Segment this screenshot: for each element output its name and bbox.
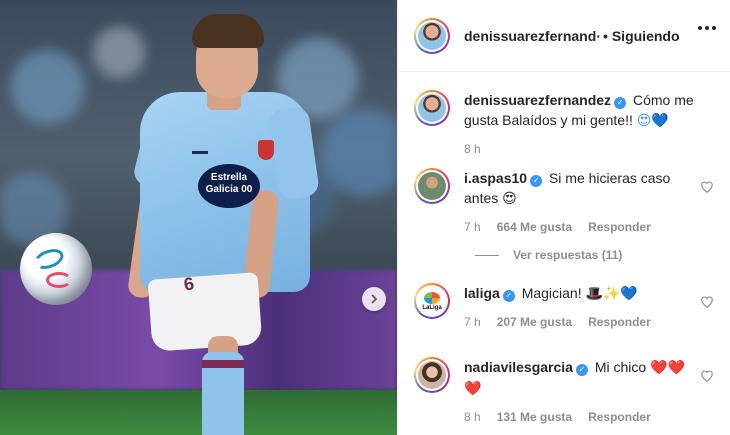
comment-text: Mi chico bbox=[594, 359, 647, 375]
view-replies-button[interactable]: Ver respuestas (11) bbox=[475, 248, 622, 262]
commenter-avatar[interactable]: LaLiga bbox=[414, 283, 450, 319]
caption: denissuarezfernandez ✓ Cómo me gusta Bala… bbox=[414, 90, 720, 159]
comment-item: i.aspas10 ✓ Si me hicieras caso antes 😍 7… bbox=[414, 168, 720, 237]
post-photo[interactable]: Estrella Galicia 00 6 bbox=[0, 0, 397, 435]
shirt-sponsor: Estrella Galicia 00 bbox=[198, 164, 260, 208]
caption-emojis: 😍💙 bbox=[636, 113, 669, 129]
verified-icon: ✓ bbox=[575, 364, 588, 376]
chevron-right-icon bbox=[371, 294, 378, 304]
club-crest bbox=[258, 140, 274, 160]
author-avatar[interactable] bbox=[414, 90, 450, 126]
author-username[interactable]: denissuarezfernand· bbox=[464, 28, 601, 44]
football bbox=[20, 233, 92, 305]
comment-time[interactable]: 8 h bbox=[464, 407, 481, 427]
header-separator: • bbox=[602, 27, 608, 44]
verified-icon: ✓ bbox=[502, 290, 515, 302]
reply-button[interactable]: Responder bbox=[588, 217, 651, 237]
comment-time[interactable]: 7 h bbox=[464, 312, 481, 332]
pitch bbox=[0, 390, 397, 435]
kit-brand-logo bbox=[192, 142, 208, 154]
laliga-logo: LaLiga bbox=[418, 287, 446, 315]
replies-divider bbox=[475, 254, 499, 256]
commenter-avatar[interactable] bbox=[414, 168, 450, 204]
comment-time[interactable]: 7 h bbox=[464, 217, 481, 237]
player-hair bbox=[192, 14, 264, 48]
comment-likes[interactable]: 207 Me gusta bbox=[497, 312, 572, 332]
comment-emojis: 😍 bbox=[502, 191, 517, 207]
heart-icon[interactable] bbox=[700, 180, 714, 194]
comment-username[interactable]: nadiavilesgarcia bbox=[464, 359, 573, 375]
reply-button[interactable]: Responder bbox=[588, 312, 651, 332]
commenter-avatar[interactable] bbox=[414, 357, 450, 393]
sock-stripe bbox=[202, 360, 244, 368]
reply-button[interactable]: Responder bbox=[588, 407, 651, 427]
view-replies-label: Ver respuestas (11) bbox=[513, 248, 623, 262]
author-avatar[interactable] bbox=[414, 17, 450, 54]
following-button[interactable]: Siguiendo bbox=[612, 28, 680, 44]
heart-icon[interactable] bbox=[700, 369, 714, 383]
player-shorts bbox=[147, 272, 263, 352]
comment-item: nadiavilesgarcia ✓ Mi chico ❤️❤️❤️ 8 h 13… bbox=[414, 357, 720, 427]
next-photo-button[interactable] bbox=[362, 287, 386, 311]
post-panel: denissuarezfernand· • Siguiendo denissua… bbox=[397, 0, 730, 435]
heart-icon[interactable] bbox=[700, 295, 714, 309]
comment-username[interactable]: i.aspas10 bbox=[464, 170, 527, 186]
comment-item: LaLiga laliga ✓ Magician! 🎩✨💙 7 h 207 Me … bbox=[414, 283, 720, 332]
comment-username[interactable]: laliga bbox=[464, 285, 500, 301]
comment-likes[interactable]: 664 Me gusta bbox=[497, 217, 572, 237]
ball-pattern bbox=[46, 272, 72, 288]
post-header: denissuarezfernand· • Siguiendo bbox=[398, 0, 730, 72]
caption-time[interactable]: 8 h bbox=[464, 139, 481, 159]
more-options-icon[interactable] bbox=[698, 26, 716, 30]
comment-emojis: 🎩✨💙 bbox=[585, 286, 638, 302]
comment-likes[interactable]: 131 Me gusta bbox=[497, 407, 572, 427]
caption-username[interactable]: denissuarezfernandez bbox=[464, 92, 611, 108]
verified-icon: ✓ bbox=[530, 175, 543, 187]
verified-icon: ✓ bbox=[614, 97, 627, 109]
comment-text: Magician! bbox=[521, 285, 582, 301]
